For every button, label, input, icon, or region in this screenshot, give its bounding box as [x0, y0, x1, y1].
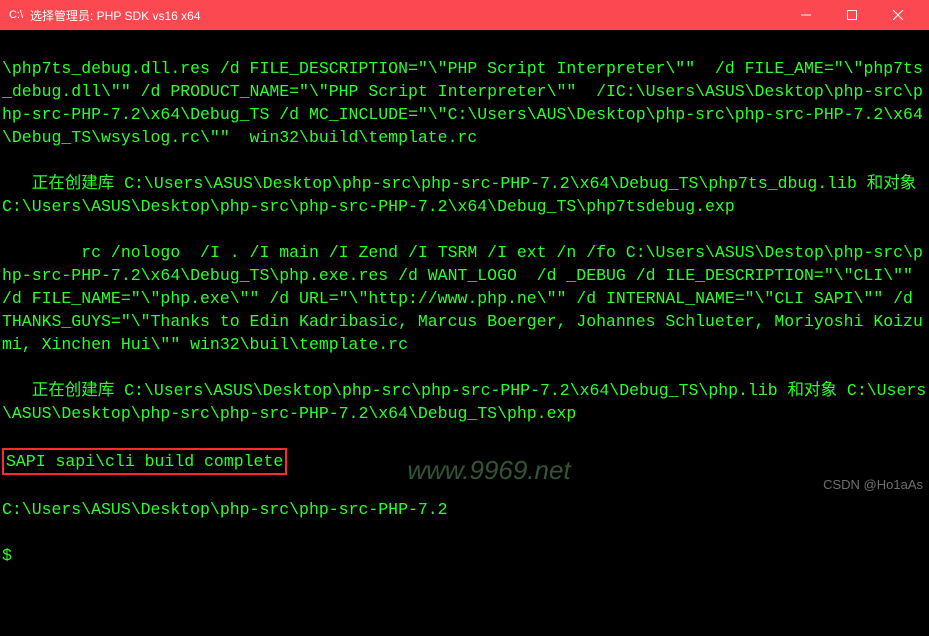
terminal-output[interactable]: \php7ts_debug.dll.res /d FILE_DESCRIPTIO…: [0, 30, 929, 500]
close-button[interactable]: [875, 0, 921, 30]
output-line: \php7ts_debug.dll.res /d FILE_DESCRIPTIO…: [2, 57, 927, 149]
prompt-cwd: C:\Users\ASUS\Desktop\php-src\php-src-PH…: [2, 498, 927, 521]
watermark-author: CSDN @Ho1aAs: [823, 473, 923, 496]
prompt-symbol: $: [2, 544, 927, 567]
app-icon: C:\: [8, 7, 24, 23]
minimize-button[interactable]: [783, 0, 829, 30]
build-complete-highlight: SAPI sapi\cli build complete: [2, 448, 287, 475]
maximize-button[interactable]: [829, 0, 875, 30]
output-line: 正在创建库 C:\Users\ASUS\Desktop\php-src\php-…: [2, 379, 927, 425]
output-line: 正在创建库 C:\Users\ASUS\Desktop\php-src\php-…: [2, 172, 927, 218]
output-line: rc /nologo /I . /I main /I Zend /I TSRM …: [2, 241, 927, 356]
output-line: SAPI sapi\cli build complete: [6, 452, 283, 471]
window-title: 选择管理员: PHP SDK vs16 x64: [30, 7, 783, 24]
window-controls: [783, 0, 921, 30]
watermark-domain: www.9969.net: [407, 459, 570, 482]
window-titlebar: C:\ 选择管理员: PHP SDK vs16 x64: [0, 0, 929, 30]
